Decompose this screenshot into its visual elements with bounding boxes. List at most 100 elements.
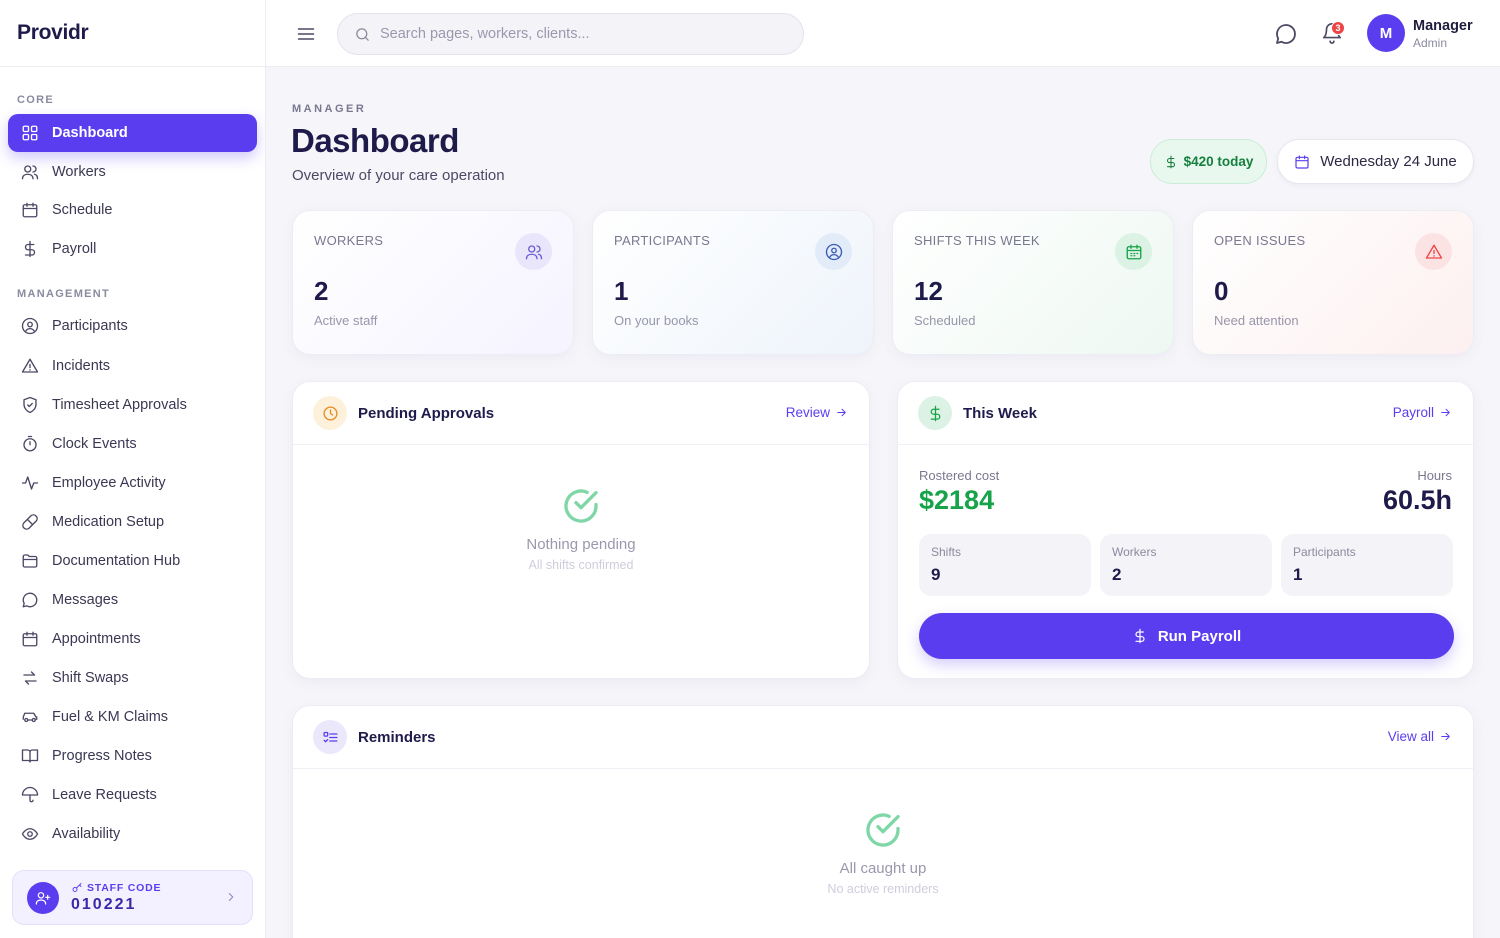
sidebar-item-label: Shift Swaps [52, 670, 129, 686]
sidebar-item-label: Progress Notes [52, 748, 152, 764]
empty-title: All caught up [839, 860, 927, 877]
sidebar-item-incidents[interactable]: Incidents [8, 347, 257, 385]
arrow-right-icon [1441, 732, 1450, 741]
sidebar-item-employee-activity[interactable]: Employee Activity [8, 464, 257, 502]
payroll-link[interactable]: Payroll [1393, 405, 1452, 420]
sidebar-item-medication-setup[interactable]: Medication Setup [8, 503, 257, 541]
stat-card-workers[interactable]: WORKERS 2 Active staff [292, 210, 574, 355]
sidebar-item-documentation-hub[interactable]: Documentation Hub [8, 542, 257, 580]
sidebar-item-schedule[interactable]: Schedule [8, 191, 257, 229]
sidebar-item-dashboard[interactable]: Dashboard [8, 114, 257, 152]
card-header: Pending Approvals Review [293, 382, 869, 445]
calendar-icon [22, 202, 38, 218]
page-title: Dashboard [291, 122, 459, 159]
mini-stat-value: 9 [931, 565, 941, 584]
message-icon [22, 592, 38, 608]
user-name[interactable]: Manager [1413, 18, 1473, 34]
card-header: Reminders View all [293, 706, 1473, 769]
clock-icon [313, 396, 347, 430]
user-role: Admin [1413, 36, 1448, 50]
view-all-link[interactable]: View all [1388, 729, 1452, 744]
stat-card-participants[interactable]: PARTICIPANTS 1 On your books [592, 210, 874, 355]
mini-stat-label: Participants [1293, 545, 1356, 559]
empty-state: All caught up No active reminders [293, 810, 1473, 896]
sidebar-nav: CORE Dashboard Workers Schedule Payroll … [0, 67, 265, 938]
search-bar[interactable] [337, 13, 804, 55]
mini-stat-value: 1 [1293, 565, 1303, 584]
sidebar-item-messages[interactable]: Messages [8, 581, 257, 619]
review-link[interactable]: Review [786, 405, 848, 420]
dollar-icon [918, 396, 952, 430]
staff-code-card[interactable]: STAFF CODE 010221 [12, 870, 253, 925]
sidebar-item-clock-events[interactable]: Clock Events [8, 425, 257, 463]
calendar-icon [1115, 233, 1152, 270]
sidebar-item-label: Messages [52, 592, 119, 608]
stat-value: 1 [614, 276, 629, 306]
page-eyebrow: MANAGER [292, 103, 367, 115]
activity-icon [21, 476, 39, 490]
sidebar-item-payroll[interactable]: Payroll [8, 230, 257, 268]
stat-card-open-issues[interactable]: OPEN ISSUES 0 Need attention [1192, 210, 1474, 355]
empty-subtitle: All shifts confirmed [528, 558, 634, 572]
card-header: This Week Payroll [898, 382, 1473, 445]
sidebar-item-timesheet-approvals[interactable]: Timesheet Approvals [8, 386, 257, 424]
users-icon [515, 233, 552, 270]
search-input[interactable] [380, 26, 780, 42]
stat-value: 2 [314, 276, 329, 306]
menu-icon[interactable] [296, 24, 316, 44]
sidebar-item-availability[interactable]: Availability [8, 815, 257, 853]
mini-stat-label: Workers [1112, 545, 1157, 559]
eye-icon [21, 828, 39, 840]
cost-value: $2184 [919, 485, 995, 515]
section-label-core: CORE [17, 94, 54, 106]
user-plus-icon [27, 881, 59, 914]
reminders-card: Reminders View all All caught up No acti… [292, 705, 1474, 938]
topbar: 3 M Manager Admin [266, 0, 1500, 67]
empty-subtitle: No active reminders [827, 882, 939, 896]
sidebar-item-appointments[interactable]: Appointments [8, 620, 257, 658]
sidebar-item-label: Appointments [52, 631, 141, 647]
sidebar-item-leave-requests[interactable]: Leave Requests [8, 776, 257, 814]
date-pill[interactable]: Wednesday 24 June [1277, 139, 1474, 184]
brand-logo[interactable]: Providr [17, 21, 89, 45]
stat-card-shifts[interactable]: SHIFTS THIS WEEK 12 Scheduled [892, 210, 1174, 355]
staff-code-label: STAFF CODE [71, 882, 161, 894]
stat-sub: On your books [614, 313, 699, 328]
sidebar-item-label: Clock Events [52, 436, 137, 452]
alert-triangle-icon [21, 358, 39, 373]
arrow-right-icon [1441, 408, 1450, 417]
stat-sub: Active staff [314, 313, 378, 328]
page-subtitle: Overview of your care operation [292, 167, 505, 184]
grid-icon [22, 125, 38, 141]
brand: Providr [0, 0, 265, 67]
check-circle-icon [564, 489, 598, 523]
this-week-card: This Week Payroll Rostered cost Hours $2… [897, 381, 1474, 679]
check-circle-icon [866, 813, 900, 847]
alert-triangle-icon [1415, 233, 1452, 270]
sidebar-item-label: Medication Setup [52, 514, 165, 530]
sidebar-item-progress-notes[interactable]: Progress Notes [8, 737, 257, 775]
shield-check-icon [23, 396, 37, 414]
chat-icon[interactable] [1274, 22, 1298, 46]
sidebar-item-fuel-km-claims[interactable]: Fuel & KM Claims [8, 698, 257, 736]
user-circle-icon [815, 233, 852, 270]
empty-title: Nothing pending [526, 536, 636, 553]
car-icon [22, 712, 38, 723]
avatar[interactable]: M [1367, 14, 1405, 52]
run-payroll-button[interactable]: Run Payroll [919, 613, 1454, 659]
cost-label: Rostered cost [919, 468, 1000, 483]
sidebar-item-shift-swaps[interactable]: Shift Swaps [8, 659, 257, 697]
stat-value: 12 [914, 276, 943, 306]
sidebar-item-label: Fuel & KM Claims [52, 709, 169, 725]
card-title: Reminders [358, 728, 436, 746]
arrow-right-icon [837, 408, 846, 417]
folder-icon [22, 554, 38, 568]
list-check-icon [313, 720, 347, 754]
pending-approvals-card: Pending Approvals Review Nothing pending… [292, 381, 870, 679]
users-icon [21, 165, 39, 180]
pill-icon [22, 514, 38, 530]
sidebar-item-participants[interactable]: Participants [8, 307, 257, 345]
sidebar-item-workers[interactable]: Workers [8, 153, 257, 191]
mini-stat-value: 2 [1112, 565, 1122, 584]
book-icon [21, 749, 39, 763]
